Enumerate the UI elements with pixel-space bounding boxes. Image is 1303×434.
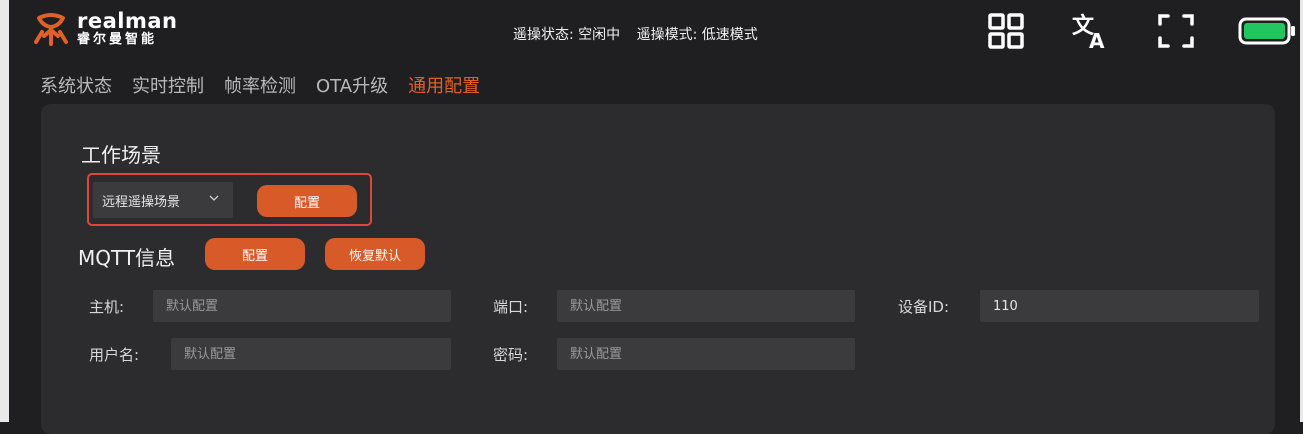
translate-icon: 文 A [1072, 13, 1105, 51]
username-label: 用户名: [89, 346, 140, 364]
logo-wordmark: realman [77, 8, 178, 33]
teleop-status-bar: 遥操状态: 空闲中 遥操模式: 低速模式 [513, 24, 770, 44]
grid-icon [988, 13, 1024, 49]
logo-subtitle: 睿尔曼智能 [77, 31, 158, 47]
tab-general-config[interactable]: 通用配置 [408, 72, 480, 98]
device-id-input[interactable] [980, 290, 1259, 322]
grid-menu-button[interactable] [986, 12, 1026, 50]
teleop-mode: 遥操模式: 低速模式 [636, 27, 758, 43]
fullscreen-icon [1158, 14, 1194, 48]
mqtt-heading: MQTT信息 [78, 246, 176, 270]
main-tabs: 系统状态 实时控制 帧率检测 OTA升级 通用配置 [40, 72, 500, 98]
language-button[interactable]: 文 A [1071, 12, 1111, 51]
realman-logo-icon [34, 13, 68, 46]
battery-indicator [1237, 12, 1297, 50]
scene-select-value: 远程遥操场景 [102, 194, 181, 210]
fullscreen-button[interactable] [1156, 12, 1196, 50]
password-label: 密码: [493, 346, 529, 364]
work-scene-heading: 工作场景 [81, 143, 161, 167]
tab-realtime-control[interactable]: 实时控制 [132, 72, 204, 98]
host-input[interactable] [153, 290, 451, 322]
mqtt-reset-button[interactable]: 恢复默认 [325, 238, 425, 270]
teleop-status: 遥操状态: 空闲中 [513, 27, 621, 43]
scene-select[interactable]: 远程遥操场景 [93, 182, 233, 218]
tab-framerate-check[interactable]: 帧率检测 [224, 72, 296, 98]
port-label: 端口: [493, 298, 529, 316]
username-input[interactable] [171, 338, 451, 370]
window-left-edge [0, 0, 9, 422]
device-id-label: 设备ID: [898, 298, 950, 316]
brand-logo: realman 睿尔曼智能 [33, 10, 177, 48]
password-input[interactable] [557, 338, 855, 370]
mqtt-config-button[interactable]: 配置 [205, 238, 305, 270]
battery-icon [1238, 17, 1295, 45]
chevron-down-icon [209, 195, 219, 201]
tab-ota-upgrade[interactable]: OTA升级 [316, 72, 388, 98]
scene-config-button[interactable]: 配置 [257, 185, 357, 217]
svg-text:A: A [1089, 29, 1105, 51]
tab-system-status[interactable]: 系统状态 [40, 72, 112, 98]
port-input[interactable] [557, 290, 855, 322]
host-label: 主机: [89, 298, 125, 316]
